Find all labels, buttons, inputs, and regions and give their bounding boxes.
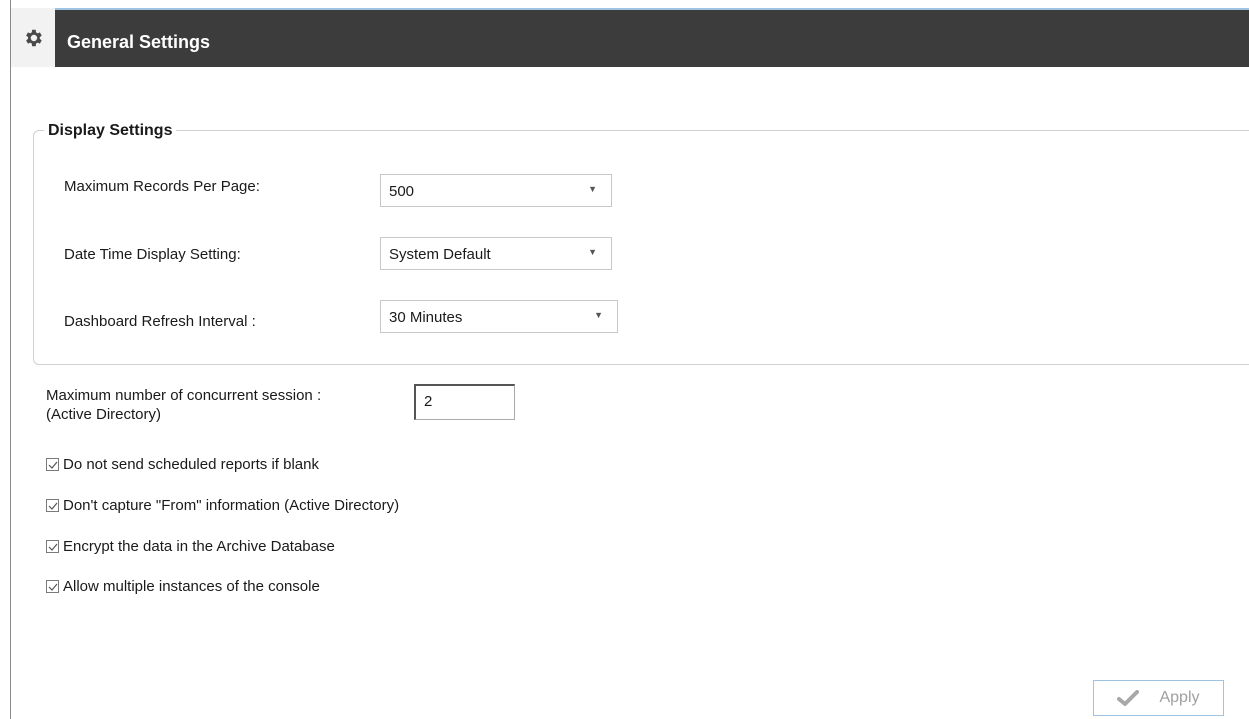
window-left-edge xyxy=(0,0,10,719)
concurrent-session-value: 2 xyxy=(424,393,433,410)
check-icon xyxy=(48,461,58,469)
date-time-value: System Default xyxy=(389,246,491,263)
refresh-interval-dropdown[interactable]: 30 Minutes ▼ xyxy=(380,300,618,333)
apply-button[interactable]: Apply xyxy=(1093,680,1224,716)
chevron-down-icon: ▼ xyxy=(588,184,597,194)
checkbox-multiple-instances[interactable] xyxy=(46,580,59,593)
chevron-down-icon: ▼ xyxy=(588,247,597,257)
display-settings-legend: Display Settings xyxy=(44,122,177,140)
page-title: General Settings xyxy=(67,32,211,52)
checkbox-row-blank-reports[interactable]: Do not send scheduled reports if blank xyxy=(46,456,319,473)
check-icon xyxy=(48,543,58,551)
refresh-interval-label: Dashboard Refresh Interval : xyxy=(64,313,256,330)
max-records-value: 500 xyxy=(389,183,415,200)
window-border xyxy=(10,0,11,719)
checkbox-label-from-info: Don't capture "From" information (Active… xyxy=(63,497,400,514)
checkbox-row-from-info[interactable]: Don't capture "From" information (Active… xyxy=(46,497,399,514)
checkbox-row-multiple-instances[interactable]: Allow multiple instances of the console xyxy=(46,578,320,595)
date-time-dropdown[interactable]: System Default ▼ xyxy=(380,237,612,270)
concurrent-session-label-line1: Maximum number of concurrent session : xyxy=(46,387,322,404)
checkbox-label-blank-reports: Do not send scheduled reports if blank xyxy=(63,456,319,473)
check-icon xyxy=(48,502,58,510)
chevron-down-icon: ▼ xyxy=(594,310,603,320)
apply-label: Apply xyxy=(1159,689,1200,706)
checkbox-label-multiple-instances: Allow multiple instances of the console xyxy=(63,578,320,595)
max-records-label: Maximum Records Per Page: xyxy=(64,178,260,195)
checkbox-from-info[interactable] xyxy=(46,499,59,512)
gear-icon xyxy=(26,29,42,46)
max-records-dropdown[interactable]: 500 ▼ xyxy=(380,174,612,207)
header-icon-box xyxy=(11,8,55,67)
check-icon xyxy=(48,583,58,591)
checkbox-blank-reports[interactable] xyxy=(46,458,59,471)
date-time-label: Date Time Display Setting: xyxy=(64,246,241,263)
concurrent-session-input[interactable]: 2 xyxy=(414,384,515,420)
checkmark-icon xyxy=(1117,690,1140,706)
checkbox-encrypt[interactable] xyxy=(46,540,59,553)
concurrent-session-label: Maximum number of concurrent session : (… xyxy=(46,386,321,424)
checkbox-label-encrypt: Encrypt the data in the Archive Database xyxy=(63,538,335,555)
concurrent-session-label-line2: (Active Directory) xyxy=(46,406,162,423)
refresh-interval-value: 30 Minutes xyxy=(389,309,463,326)
checkbox-row-encrypt[interactable]: Encrypt the data in the Archive Database xyxy=(46,538,335,555)
